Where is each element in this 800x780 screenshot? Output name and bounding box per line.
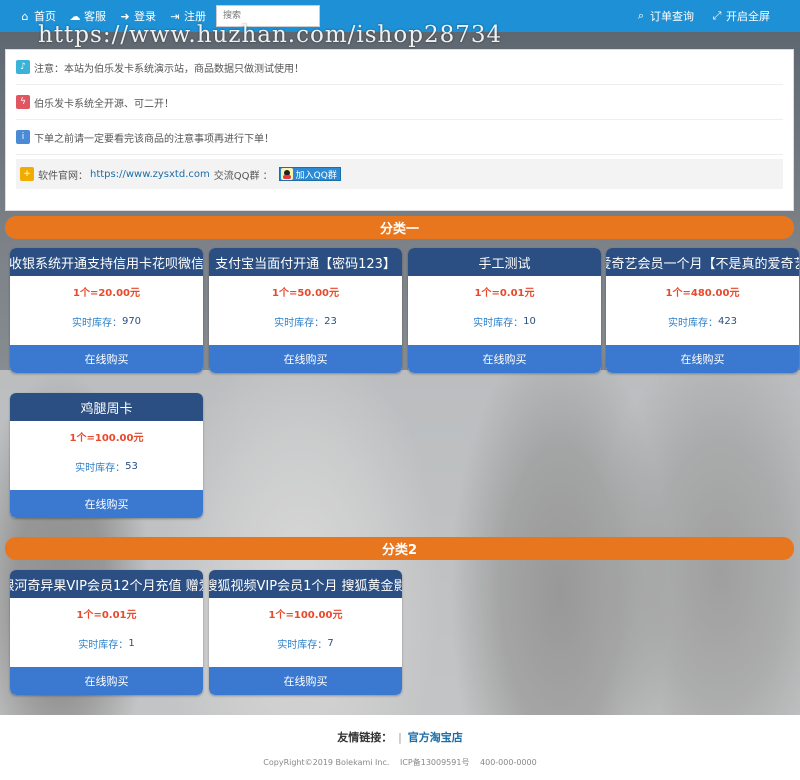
nav-right-group: ⌕ 订单查询 ⤢ 开启全屏 [626, 0, 800, 32]
category-header: 分类2 [5, 537, 794, 560]
home-icon: ⌂ [21, 9, 29, 23]
product-stock: 实时库存： 10 [408, 306, 601, 336]
login-icon: ➜ [120, 9, 130, 23]
notice-text: 伯乐发卡系统全开源、可二开！ [34, 98, 174, 110]
buy-button[interactable]: 在线购买 [209, 667, 402, 695]
product-price: 1个=50.00元 [272, 287, 339, 299]
stock-label: 实时库存： [667, 317, 718, 329]
fullscreen-icon: ⤢ [712, 9, 722, 22]
info-icon: i [16, 130, 30, 144]
nav-home-label: 首页 [34, 10, 56, 23]
friend-links-separator: | [398, 731, 402, 744]
nav-service[interactable]: ☁ 客服 [62, 0, 112, 32]
search-input[interactable] [216, 5, 320, 27]
stock-label: 实时库存： [75, 462, 126, 474]
stock-value: 10 [523, 315, 536, 327]
stock-label: 实时库存： [71, 317, 122, 329]
product-card: 银河奇异果VIP会员12个月充值 赠爱 1个=0.01元 实时库存： 1 在线购… [10, 570, 203, 695]
product-price: 1个=480.00元 [665, 287, 740, 299]
register-icon: ⇥ [170, 9, 180, 23]
nav-order-query[interactable]: ⌕ 订单查询 [626, 0, 702, 32]
product-stock: 实时库存： 423 [606, 306, 799, 336]
notice-panel: ♪ 注意：本站为伯乐发卡系统演示站，商品数据只做测试使用！ ϟ 伯乐发卡系统全开… [5, 49, 794, 211]
site-url-link[interactable]: https://www.zysxtd.com [90, 169, 210, 180]
product-title[interactable]: 手工测试 [408, 248, 601, 276]
stock-value: 53 [125, 460, 138, 472]
bell-icon: ♪ [16, 60, 30, 74]
copyright-text: CopyRight©2019 Bolekami Inc. [263, 758, 390, 767]
product-card: 收银系统开通支持信用卡花呗微信 1个=20.00元 实时库存： 970 在线购买 [10, 248, 203, 373]
site-info-row: + 软件官网： https://www.zysxtd.com 交流QQ群 ： 加… [16, 159, 783, 189]
product-stock: 实时库存： 970 [10, 306, 203, 336]
nav-login[interactable]: ➜ 登录 [112, 0, 162, 32]
bolt-icon: ϟ [16, 95, 30, 109]
qq-icon [280, 168, 293, 180]
nav-login-label: 登录 [134, 10, 156, 23]
product-title[interactable]: 银河奇异果VIP会员12个月充值 赠爱 [10, 570, 203, 598]
notice-text: 注意：本站为伯乐发卡系统演示站，商品数据只做测试使用！ [34, 63, 304, 75]
stock-label: 实时库存： [277, 639, 328, 651]
product-card: 搜狐视频VIP会员1个月 搜狐黄金影 1个=100.00元 实时库存： 7 在线… [209, 570, 402, 695]
copyright: CopyRight©2019 Bolekami Inc. ICP备1300959… [0, 757, 800, 768]
product-stock: 实时库存： 23 [209, 306, 402, 336]
join-qq-button[interactable]: 加入QQ群 [278, 167, 341, 181]
product-card: 爱奇艺会员一个月【不是真的爱奇艺 1个=480.00元 实时库存： 423 在线… [606, 248, 799, 373]
nav-service-label: 客服 [84, 10, 106, 23]
stock-value: 1 [128, 637, 135, 649]
stock-value: 23 [324, 315, 337, 327]
site-info-label: 软件官网： [38, 170, 88, 182]
product-stock: 实时库存： 7 [209, 628, 402, 658]
nav-register[interactable]: ⇥ 注册 [162, 0, 212, 32]
nav-home[interactable]: ⌂ 首页 [0, 0, 62, 32]
plus-icon: + [20, 167, 34, 181]
friend-links: 友情链接： | 官方淘宝店 [0, 729, 800, 745]
buy-button[interactable]: 在线购买 [209, 345, 402, 373]
icp-number[interactable]: ICP备13009591号 [400, 758, 470, 767]
stock-label: 实时库存： [78, 639, 129, 651]
product-card: 手工测试 1个=0.01元 实时库存： 10 在线购买 [408, 248, 601, 373]
nav-order-query-label: 订单查询 [650, 10, 694, 23]
friend-links-label: 友情链接： [337, 731, 393, 744]
qq-group-label: 交流QQ群 ： [213, 170, 273, 182]
notice-row: ♪ 注意：本站为伯乐发卡系统演示站，商品数据只做测试使用！ [16, 50, 783, 85]
category-header: 分类一 [5, 216, 794, 239]
product-price: 1个=0.01元 [76, 609, 137, 621]
taobao-store-link[interactable]: 官方淘宝店 [408, 731, 463, 744]
product-price: 1个=0.01元 [474, 287, 535, 299]
service-icon: ☁ [69, 9, 81, 23]
product-price: 1个=20.00元 [73, 287, 140, 299]
stock-label: 实时库存： [473, 317, 524, 329]
nav-register-label: 注册 [184, 10, 206, 23]
product-title[interactable]: 支付宝当面付开通【密码123】 [209, 248, 402, 276]
search-icon: ⌕ [637, 9, 645, 22]
product-title[interactable]: 鸡腿周卡 [10, 393, 203, 421]
product-title[interactable]: 收银系统开通支持信用卡花呗微信 [10, 248, 203, 276]
notice-row: ϟ 伯乐发卡系统全开源、可二开！ [16, 85, 783, 120]
nav-fullscreen-label: 开启全屏 [726, 10, 770, 23]
buy-button[interactable]: 在线购买 [10, 490, 203, 518]
phone-number: 400-000-0000 [480, 758, 537, 767]
notice-text: 下单之前请一定要看完该商品的注意事项再进行下单！ [34, 133, 274, 145]
nav-fullscreen[interactable]: ⤢ 开启全屏 [702, 0, 778, 32]
buy-button[interactable]: 在线购买 [408, 345, 601, 373]
product-price: 1个=100.00元 [69, 432, 144, 444]
join-qq-label: 加入QQ群 [295, 170, 337, 181]
buy-button[interactable]: 在线购买 [10, 345, 203, 373]
stock-label: 实时库存： [274, 317, 325, 329]
product-card: 鸡腿周卡 1个=100.00元 实时库存： 53 在线购买 [10, 393, 203, 518]
product-stock: 实时库存： 1 [10, 628, 203, 658]
top-navbar: ⌂ 首页 ☁ 客服 ➜ 登录 ⇥ 注册 ⌕ 订单查询 ⤢ 开启全屏 [0, 0, 800, 32]
stock-value: 7 [327, 637, 334, 649]
product-stock: 实时库存： 53 [10, 451, 203, 481]
product-title[interactable]: 搜狐视频VIP会员1个月 搜狐黄金影 [209, 570, 402, 598]
notice-row: i 下单之前请一定要看完该商品的注意事项再进行下单！ [16, 120, 783, 155]
product-card: 支付宝当面付开通【密码123】 1个=50.00元 实时库存： 23 在线购买 [209, 248, 402, 373]
buy-button[interactable]: 在线购买 [10, 667, 203, 695]
footer: 友情链接： | 官方淘宝店 CopyRight©2019 Bolekami In… [0, 715, 800, 780]
product-title[interactable]: 爱奇艺会员一个月【不是真的爱奇艺 [606, 248, 799, 276]
stock-value: 970 [121, 315, 142, 327]
stock-value: 423 [717, 315, 738, 327]
product-price: 1个=100.00元 [268, 609, 343, 621]
buy-button[interactable]: 在线购买 [606, 345, 799, 373]
